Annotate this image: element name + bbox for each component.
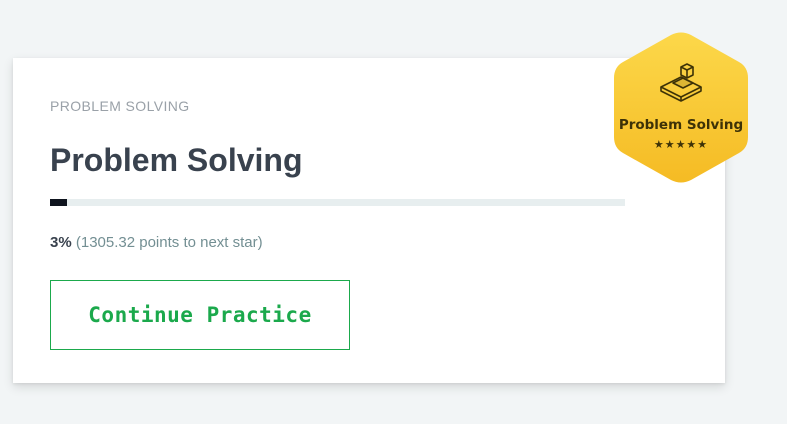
cube-stairs-icon	[660, 63, 702, 102]
badge-label: Problem Solving	[618, 117, 744, 133]
progress-detail: (1305.32 points to next star)	[75, 234, 263, 251]
skill-title: Problem Solving	[50, 142, 303, 178]
progress-text: 3% (1305.32 points to next star)	[50, 234, 263, 251]
continue-practice-button[interactable]: Continue Practice	[50, 280, 350, 350]
progress-bar	[50, 199, 625, 206]
progress-percent: 3%	[50, 234, 72, 251]
progress-bar-fill	[50, 199, 68, 206]
skill-badge: Problem Solving ★★★★★	[611, 31, 751, 184]
badge-stars: ★★★★★	[653, 138, 709, 151]
badge-hexagon	[614, 32, 748, 183]
skill-category-label: PROBLEM SOLVING	[50, 98, 190, 114]
